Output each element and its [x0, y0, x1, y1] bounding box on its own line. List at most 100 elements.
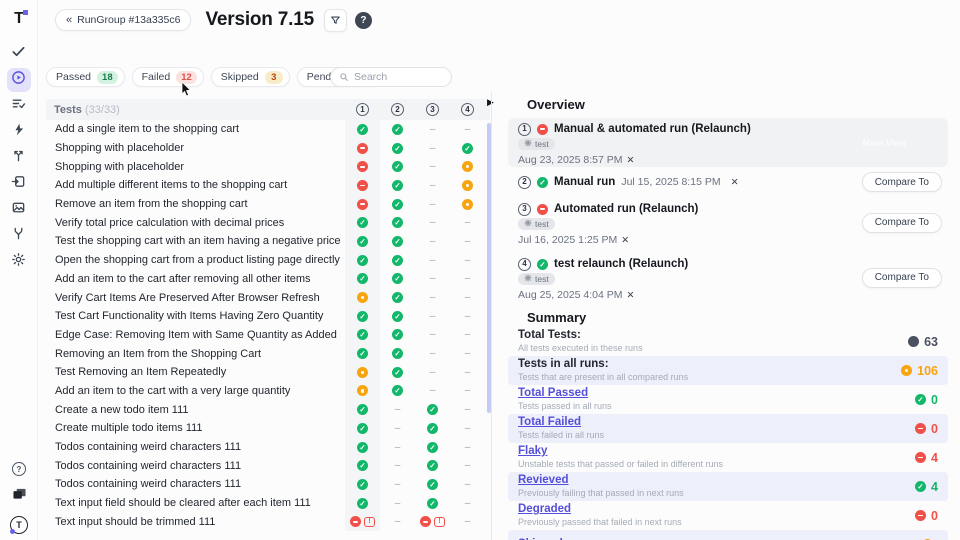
- search-box[interactable]: [330, 67, 452, 87]
- status-passed-icon[interactable]: [357, 479, 368, 490]
- summary-label[interactable]: Total Failed: [518, 416, 604, 430]
- docs-icon[interactable]: [12, 487, 27, 505]
- sidebar-item-gear[interactable]: [7, 250, 31, 274]
- status-failed-icon[interactable]: [537, 204, 548, 215]
- test-row[interactable]: Shopping with placeholder–: [46, 157, 490, 176]
- status-failed-icon[interactable]: [915, 452, 926, 463]
- remove-run-icon[interactable]: ✕: [627, 155, 635, 166]
- run-tag[interactable]: test: [518, 138, 555, 150]
- sidebar-item-fork[interactable]: [7, 224, 31, 248]
- remove-run-icon[interactable]: ✕: [627, 290, 635, 301]
- status-passed-icon[interactable]: [357, 311, 368, 322]
- status-failed-icon[interactable]: [915, 423, 926, 434]
- test-row[interactable]: Create a new todo item 111––: [46, 400, 490, 419]
- account-avatar[interactable]: T: [10, 516, 28, 534]
- run-item[interactable]: 4test relaunch (Relaunch)testAug 25, 202…: [508, 253, 948, 302]
- sidebar-item-image[interactable]: [7, 198, 31, 222]
- status-passed-icon[interactable]: [392, 124, 403, 135]
- status-passed-icon[interactable]: [392, 273, 403, 284]
- status-passed-icon[interactable]: [392, 329, 403, 340]
- sidebar-item-import[interactable]: [7, 172, 31, 196]
- status-skipped-icon[interactable]: [462, 161, 473, 172]
- test-row[interactable]: Todos containing weird characters 111––: [46, 438, 490, 457]
- status-passed-icon[interactable]: [392, 217, 403, 228]
- test-row[interactable]: Verify Cart Items Are Preserved After Br…: [46, 288, 490, 307]
- test-row[interactable]: Text input field should be cleared after…: [46, 494, 490, 513]
- run-item[interactable]: 1Manual & automated run (Relaunch)testAu…: [508, 118, 948, 167]
- run-column-3[interactable]: 3: [426, 103, 439, 116]
- status-failed-icon[interactable]: [357, 180, 368, 191]
- status-failed-icon[interactable]: [357, 199, 368, 210]
- status-skipped-icon[interactable]: [462, 180, 473, 191]
- status-passed-icon[interactable]: [357, 217, 368, 228]
- status-passed-icon[interactable]: [357, 124, 368, 135]
- sidebar-item-split[interactable]: [7, 146, 31, 170]
- run-tag[interactable]: test: [518, 218, 555, 230]
- summary-label[interactable]: Total Passed: [518, 387, 612, 401]
- status-passed-icon[interactable]: [392, 292, 403, 303]
- compare-to-button[interactable]: Compare To: [862, 172, 942, 192]
- status-failed-icon[interactable]: [357, 161, 368, 172]
- run-tag[interactable]: test: [518, 273, 555, 285]
- status-passed-icon[interactable]: [392, 180, 403, 191]
- comment-icon[interactable]: !: [434, 517, 445, 527]
- status-passed-icon[interactable]: [392, 311, 403, 322]
- status-passed-icon[interactable]: [915, 394, 926, 405]
- test-row[interactable]: Remove an item from the shopping cart–: [46, 195, 490, 214]
- status-passed-icon[interactable]: [392, 255, 403, 266]
- status-passed-icon[interactable]: [915, 481, 926, 492]
- status-skipped-icon[interactable]: [462, 199, 473, 210]
- sidebar-item-play-circle[interactable]: [7, 68, 31, 92]
- run-column-2[interactable]: 2: [391, 103, 404, 116]
- test-row[interactable]: Create multiple todo items 111––: [46, 419, 490, 438]
- run-item[interactable]: 3Automated run (Relaunch)testJul 16, 202…: [508, 198, 948, 247]
- remove-run-icon[interactable]: ✕: [731, 177, 739, 188]
- status-passed-icon[interactable]: [537, 259, 548, 270]
- filter-chip-passed[interactable]: Passed18: [46, 67, 125, 87]
- comment-icon[interactable]: !: [364, 517, 375, 527]
- sidebar-item-bolt[interactable]: [7, 120, 31, 144]
- status-failed-icon[interactable]: [915, 510, 926, 521]
- rungroup-back-button[interactable]: « RunGroup #13a335c6: [55, 9, 191, 31]
- test-row[interactable]: Test Cart Functionality with Items Havin…: [46, 307, 490, 326]
- status-passed-icon[interactable]: [427, 404, 438, 415]
- status-passed-icon[interactable]: [357, 329, 368, 340]
- status-passed-icon[interactable]: [357, 255, 368, 266]
- status-failed-icon[interactable]: [420, 516, 431, 527]
- summary-label[interactable]: Flaky: [518, 445, 723, 459]
- status-passed-icon[interactable]: [357, 273, 368, 284]
- test-row[interactable]: Add a single item to the shopping cart––: [46, 120, 490, 139]
- test-row[interactable]: Add an item to the cart after removing a…: [46, 270, 490, 289]
- status-skipped-icon[interactable]: [357, 367, 368, 378]
- sidebar-item-list-check[interactable]: [7, 94, 31, 118]
- test-row[interactable]: Text input should be trimmed 111!–!–: [46, 512, 490, 531]
- compare-to-button[interactable]: Compare To: [862, 213, 942, 233]
- help-button[interactable]: ?: [355, 12, 372, 29]
- test-row[interactable]: Test the shopping cart with an item havi…: [46, 232, 490, 251]
- app-logo[interactable]: T: [0, 0, 38, 38]
- summary-label[interactable]: Degraded: [518, 503, 682, 517]
- test-row[interactable]: Shopping with placeholder–: [46, 139, 490, 158]
- status-skipped-icon[interactable]: [901, 365, 912, 376]
- status-passed-icon[interactable]: [427, 423, 438, 434]
- status-passed-icon[interactable]: [357, 348, 368, 359]
- test-row[interactable]: Todos containing weird characters 111––: [46, 456, 490, 475]
- sidebar-item-check[interactable]: [7, 42, 31, 66]
- test-row[interactable]: Open the shopping cart from a product li…: [46, 251, 490, 270]
- scrollbar-thumb[interactable]: [487, 123, 491, 413]
- status-passed-icon[interactable]: [392, 367, 403, 378]
- summary-label[interactable]: Revieved: [518, 474, 684, 488]
- status-passed-icon[interactable]: [427, 442, 438, 453]
- status-passed-icon[interactable]: [392, 385, 403, 396]
- run-column-1[interactable]: 1: [356, 103, 369, 116]
- remove-run-icon[interactable]: ✕: [621, 235, 629, 246]
- status-passed-icon[interactable]: [392, 199, 403, 210]
- status-passed-icon[interactable]: [392, 143, 403, 154]
- status-passed-icon[interactable]: [427, 460, 438, 471]
- test-row[interactable]: Add multiple different items to the shop…: [46, 176, 490, 195]
- status-passed-icon[interactable]: [357, 498, 368, 509]
- status-passed-icon[interactable]: [462, 143, 473, 154]
- test-row[interactable]: Test Removing an Item Repeatedly––: [46, 363, 490, 382]
- status-skipped-icon[interactable]: [357, 292, 368, 303]
- status-passed-icon[interactable]: [357, 423, 368, 434]
